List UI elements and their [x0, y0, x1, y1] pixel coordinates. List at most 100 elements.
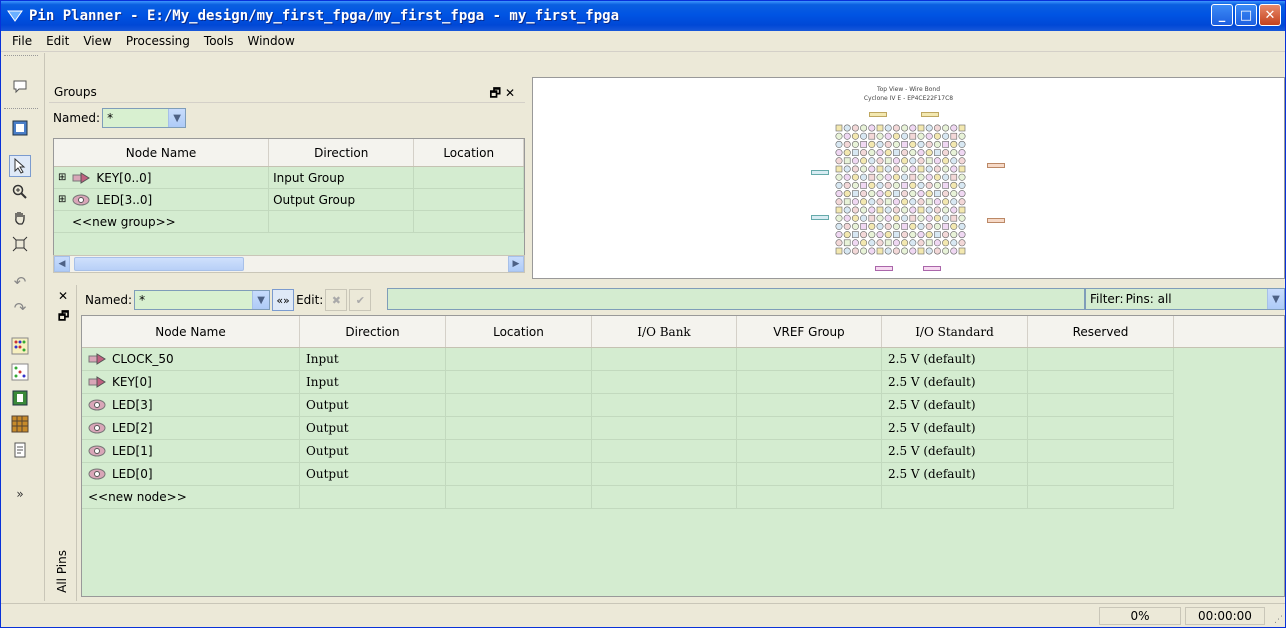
- package-ball[interactable]: [958, 206, 966, 214]
- pin-view-icon[interactable]: [9, 117, 31, 139]
- package-ball[interactable]: [843, 132, 851, 140]
- package-ball[interactable]: [901, 223, 908, 230]
- pin-reserved[interactable]: [1028, 394, 1174, 417]
- package-ball[interactable]: [950, 140, 958, 148]
- package-ball[interactable]: [901, 231, 909, 239]
- package-ball[interactable]: [876, 231, 884, 239]
- package-ball[interactable]: [925, 190, 933, 198]
- package-ball[interactable]: [950, 165, 958, 173]
- package-ball[interactable]: [958, 198, 966, 206]
- package-ball[interactable]: [909, 173, 917, 181]
- package-ball[interactable]: [868, 239, 876, 247]
- package-ball[interactable]: [917, 165, 925, 173]
- pin-vref-group[interactable]: [737, 348, 882, 371]
- package-ball[interactable]: [925, 165, 933, 173]
- package-ball[interactable]: [868, 222, 876, 230]
- close-button[interactable]: ✕: [1259, 4, 1281, 26]
- pin-row[interactable]: LED[1] Output 2.5 V (default): [82, 440, 1284, 463]
- package-ball[interactable]: [942, 141, 949, 148]
- package-ball[interactable]: [868, 198, 876, 206]
- pin-vref-group[interactable]: [737, 371, 882, 394]
- more-tools-chevron-icon[interactable]: »: [9, 483, 31, 505]
- package-ball[interactable]: [958, 140, 966, 148]
- package-ball[interactable]: [835, 173, 843, 181]
- pins-close-icon[interactable]: ✕: [58, 289, 68, 303]
- package-ball[interactable]: [942, 247, 950, 255]
- package-ball[interactable]: [901, 214, 909, 222]
- package-ball[interactable]: [843, 247, 851, 255]
- package-ball[interactable]: [884, 132, 892, 140]
- pin-reserved[interactable]: [1028, 371, 1174, 394]
- package-ball[interactable]: [868, 173, 876, 181]
- pin-row[interactable]: LED[0] Output 2.5 V (default): [82, 463, 1284, 486]
- groups-horizontal-scrollbar[interactable]: ◀ ▶: [53, 255, 525, 273]
- package-ball[interactable]: [950, 173, 958, 181]
- report-icon[interactable]: [9, 439, 31, 461]
- package-ball[interactable]: [892, 214, 900, 222]
- package-ball[interactable]: [851, 157, 859, 165]
- package-ball[interactable]: [843, 206, 851, 214]
- package-ball[interactable]: [950, 190, 958, 198]
- package-ball[interactable]: [835, 206, 843, 214]
- pin-io-standard[interactable]: 2.5 V (default): [882, 348, 1028, 371]
- pin-location[interactable]: [446, 440, 592, 463]
- package-ball[interactable]: [868, 214, 876, 222]
- expand-filter-button[interactable]: «»: [272, 289, 295, 311]
- package-ball[interactable]: [852, 231, 859, 238]
- package-ball[interactable]: [934, 190, 941, 197]
- package-ball[interactable]: [868, 124, 876, 132]
- all-pins-tab[interactable]: All Pins: [55, 550, 69, 593]
- package-ball[interactable]: [909, 190, 917, 198]
- package-ball[interactable]: [835, 132, 843, 140]
- package-ball[interactable]: [835, 239, 843, 247]
- package-ball[interactable]: [893, 231, 900, 238]
- package-ball[interactable]: [884, 231, 892, 239]
- package-ball[interactable]: [843, 231, 851, 239]
- expand-icon[interactable]: ⊞: [58, 194, 66, 205]
- package-ball[interactable]: [843, 173, 851, 181]
- package-ball[interactable]: [909, 214, 917, 222]
- package-ball[interactable]: [909, 181, 917, 189]
- package-ball[interactable]: [868, 231, 876, 239]
- package-ball[interactable]: [892, 165, 900, 173]
- package-ball[interactable]: [892, 206, 900, 214]
- pins-col-io-standard[interactable]: I/O Standard: [882, 316, 1028, 347]
- package-ball[interactable]: [925, 124, 933, 132]
- package-ball[interactable]: [958, 132, 966, 140]
- package-ball[interactable]: [860, 149, 868, 157]
- package-ball[interactable]: [851, 124, 859, 132]
- package-ball[interactable]: [942, 165, 950, 173]
- package-ball[interactable]: [958, 124, 966, 132]
- package-ball[interactable]: [901, 141, 908, 148]
- pin-vref-group[interactable]: [737, 417, 882, 440]
- package-ball[interactable]: [958, 173, 966, 181]
- pin-io-standard[interactable]: [882, 486, 1028, 509]
- package-ball[interactable]: [860, 157, 868, 165]
- pin-io-bank[interactable]: [592, 417, 737, 440]
- package-ball[interactable]: [860, 173, 868, 181]
- menu-view[interactable]: View: [76, 34, 118, 48]
- package-ball[interactable]: [917, 247, 925, 255]
- package-ball[interactable]: [892, 222, 900, 230]
- package-ball[interactable]: [892, 198, 900, 206]
- package-ball[interactable]: [950, 157, 958, 165]
- package-ball[interactable]: [901, 198, 909, 206]
- package-ball[interactable]: [860, 182, 867, 189]
- package-ball[interactable]: [884, 214, 892, 222]
- package-ball[interactable]: [860, 132, 868, 140]
- package-ball[interactable]: [852, 190, 859, 197]
- package-ball[interactable]: [901, 190, 909, 198]
- package-ball[interactable]: [884, 190, 892, 198]
- package-ball[interactable]: [901, 239, 909, 247]
- package-ball[interactable]: [876, 181, 884, 189]
- package-ball[interactable]: [917, 198, 925, 206]
- pin-io-standard[interactable]: 2.5 V (default): [882, 440, 1028, 463]
- fpga-package-diagram[interactable]: [831, 120, 971, 260]
- package-ball[interactable]: [835, 157, 843, 165]
- package-ball[interactable]: [917, 190, 925, 198]
- package-ball[interactable]: [934, 231, 941, 238]
- package-ball[interactable]: [917, 124, 925, 132]
- package-ball[interactable]: [843, 149, 851, 157]
- package-ball[interactable]: [884, 149, 892, 157]
- package-ball[interactable]: [933, 206, 941, 214]
